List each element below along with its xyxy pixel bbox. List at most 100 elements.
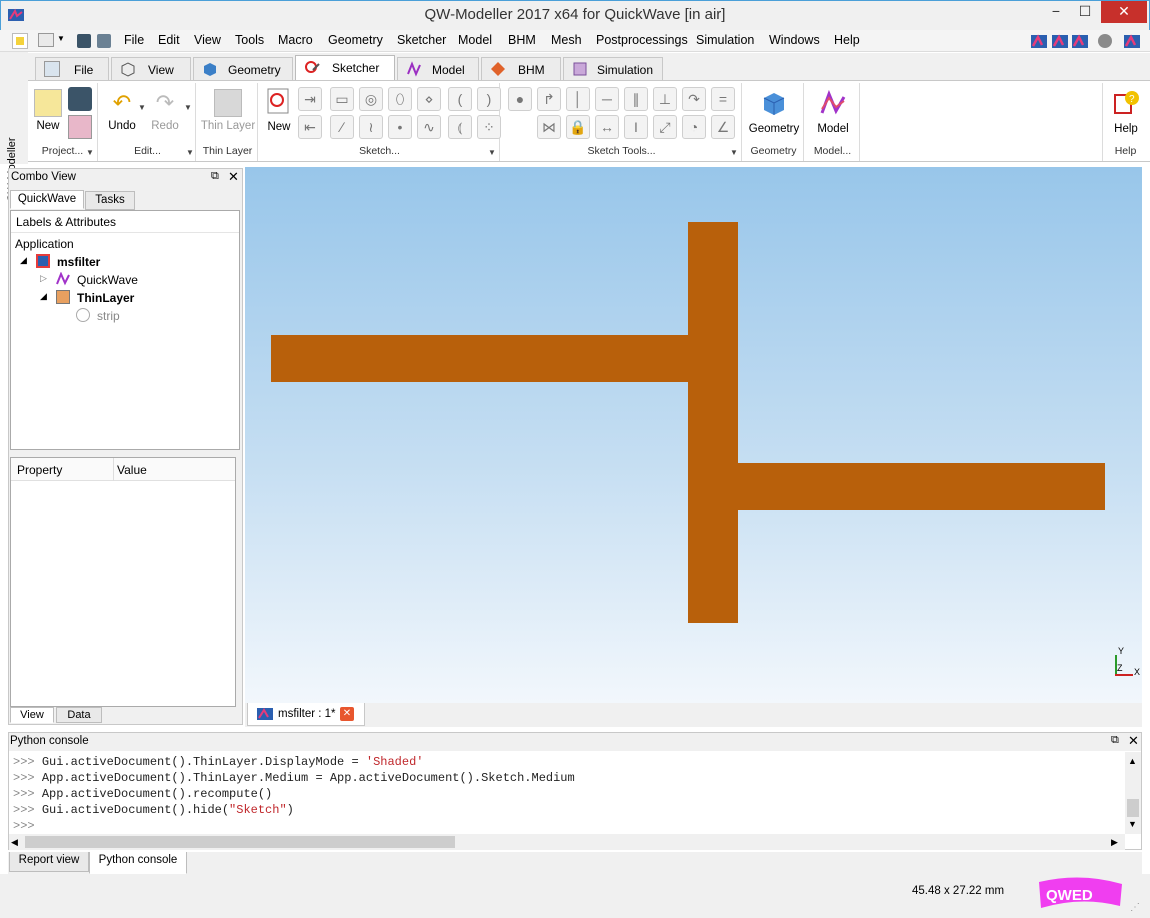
circle-tool-icon[interactable]: ◎ [359, 87, 383, 111]
menu-mesh[interactable]: Mesh [551, 33, 582, 47]
combo-close-icon[interactable]: ✕ [228, 169, 239, 185]
tree-item-msfilter[interactable]: msfilter [57, 255, 100, 269]
slot-tool-icon[interactable]: ⦅ [448, 115, 472, 139]
3d-viewport[interactable]: Y Z X [245, 167, 1142, 703]
constraint-tangent-icon[interactable]: ↷ [682, 87, 706, 111]
help-button[interactable]: ? Help [1105, 89, 1147, 135]
point-tool-icon[interactable]: • [388, 115, 412, 139]
tab-data-panel[interactable]: Data [56, 707, 102, 723]
constraint-perpendicular-icon[interactable]: ⊥ [653, 87, 677, 111]
constraint-lock-icon[interactable]: 🔒 [566, 115, 590, 139]
constraint-angle-icon[interactable]: ∠ [711, 115, 735, 139]
constraint-vertical-icon[interactable]: │ [566, 87, 590, 111]
menu-bhm[interactable]: BHM [508, 33, 536, 47]
menu-help[interactable]: Help [834, 33, 860, 47]
menu-file[interactable]: File [124, 33, 144, 47]
scroll-up-icon[interactable]: ▲ [1128, 756, 1137, 766]
tab-python-console[interactable]: Python console [89, 852, 187, 874]
qw-model-icon-3[interactable] [1071, 33, 1089, 50]
scroll-left-icon[interactable]: ◀ [11, 837, 18, 848]
scroll-right-icon[interactable]: ▶ [1111, 837, 1118, 848]
menu-sketcher[interactable]: Sketcher [397, 33, 446, 47]
menu-postprocessings[interactable]: Postprocessings [596, 33, 688, 47]
console-undock-icon[interactable]: ⧉ [1111, 734, 1119, 747]
tab-quickwave[interactable]: QuickWave [10, 190, 84, 209]
console-horizontal-scrollbar[interactable]: ◀ ▶ [9, 834, 1125, 850]
resize-grip-icon[interactable]: ⋰ [1130, 902, 1140, 913]
thin-layer-button[interactable]: Thin Layer [200, 89, 256, 132]
menu-model[interactable]: Model [458, 33, 492, 47]
console-vertical-scrollbar[interactable]: ▲ ▼ [1125, 752, 1141, 834]
constraint-parallel-icon[interactable]: ∥ [624, 87, 648, 111]
sketch-dropdown-icon[interactable]: ▼ [488, 148, 496, 157]
project-new-button[interactable]: New [34, 89, 62, 132]
constraint-horizontal-distance-icon[interactable]: ↔ [595, 115, 619, 139]
line-tool-icon[interactable]: ∕ [330, 115, 354, 139]
tab-bhm[interactable]: BHM [481, 57, 561, 80]
console-hscroll-thumb[interactable] [25, 836, 455, 848]
tree-item-quickwave[interactable]: QuickWave [77, 273, 138, 287]
menu-edit[interactable]: Edit [158, 33, 180, 47]
expand-quickwave-icon[interactable]: ▷ [40, 273, 47, 284]
expand-msfilter-icon[interactable]: ◢ [20, 255, 27, 266]
menu-view[interactable]: View [194, 33, 221, 47]
constraint-vertical-distance-icon[interactable]: I [624, 115, 648, 139]
menu-tools[interactable]: Tools [235, 33, 264, 47]
tab-view-panel[interactable]: View [10, 707, 54, 723]
bspline-tool-icon[interactable]: ∿ [417, 115, 441, 139]
qw-model-icon-1[interactable] [1030, 33, 1048, 50]
settings-icon[interactable] [1098, 34, 1112, 48]
constraint-coincident-icon[interactable]: ● [508, 87, 532, 111]
scroll-down-icon[interactable]: ▼ [1128, 819, 1137, 829]
menu-geometry[interactable]: Geometry [328, 33, 383, 47]
constraint-equal-icon[interactable]: = [711, 87, 735, 111]
edit-dropdown-icon[interactable]: ▼ [186, 148, 194, 157]
tab-simulation[interactable]: Simulation [563, 57, 663, 80]
sketch-attach-icon[interactable]: ⇥ [298, 87, 322, 111]
minimize-button[interactable]: − [1041, 1, 1071, 23]
tab-geometry[interactable]: Geometry [193, 57, 293, 80]
model-button[interactable]: Model [808, 89, 858, 135]
redo-button[interactable]: ↷ Redo [148, 89, 182, 132]
document-tab-msfilter[interactable]: msfilter : 1* ✕ [247, 703, 365, 726]
constraint-horizontal-icon[interactable]: ─ [595, 87, 619, 111]
save-project-icon[interactable] [68, 87, 92, 111]
array-tool-icon[interactable]: ⁘ [477, 115, 501, 139]
undo-dropdown-icon[interactable]: ▼ [138, 103, 146, 112]
sketch-tools-dropdown-icon[interactable]: ▼ [730, 148, 738, 157]
console-line-5[interactable]: >>> [13, 819, 35, 833]
new-document-quick-icon[interactable] [12, 33, 28, 49]
tab-tasks[interactable]: Tasks [85, 191, 135, 210]
tree-item-thinlayer[interactable]: ThinLayer [77, 291, 134, 305]
constraint-point-on-curve-icon[interactable]: ↱ [537, 87, 561, 111]
redo-dropdown-icon[interactable]: ▼ [184, 103, 192, 112]
tab-sketcher[interactable]: Sketcher [295, 55, 395, 80]
constraint-symmetric-icon[interactable]: ⋈ [537, 115, 561, 139]
save-as-quick-icon[interactable] [97, 34, 111, 48]
geometry-button[interactable]: Geometry [746, 89, 802, 135]
strip-horizontal-right[interactable] [738, 463, 1105, 510]
qw-model-icon-2[interactable] [1051, 33, 1069, 50]
polygon-tool-icon[interactable]: ⋄ [417, 87, 441, 111]
save-quick-icon[interactable] [77, 34, 91, 48]
document-tab-close-icon[interactable]: ✕ [340, 707, 354, 721]
menu-macro[interactable]: Macro [278, 33, 313, 47]
strip-vertical[interactable] [688, 222, 738, 623]
constraint-distance-icon[interactable]: ⤢ [653, 115, 677, 139]
menu-windows[interactable]: Windows [769, 33, 820, 47]
close-button[interactable]: ✕ [1101, 1, 1147, 23]
constraint-radius-icon[interactable]: ◔ [682, 115, 706, 139]
undock-icon[interactable]: ⧉ [211, 170, 219, 183]
save-as-project-icon[interactable] [68, 115, 92, 139]
console-output[interactable]: >>> Gui.activeDocument().ThinLayer.Displ… [9, 752, 1125, 834]
arc-right-tool-icon[interactable]: ) [477, 87, 501, 111]
tab-view[interactable]: View [111, 57, 191, 80]
new-sketch-button[interactable]: New [264, 87, 294, 133]
console-close-icon[interactable]: ✕ [1128, 733, 1139, 749]
polyline-tool-icon[interactable]: ≀ [359, 115, 383, 139]
console-vscroll-thumb[interactable] [1127, 799, 1139, 817]
rectangle-tool-icon[interactable]: ▭ [330, 87, 354, 111]
project-dropdown-icon[interactable]: ▼ [86, 148, 94, 157]
sketch-detach-icon[interactable]: ⇤ [298, 115, 322, 139]
menu-simulation[interactable]: Simulation [696, 33, 754, 47]
